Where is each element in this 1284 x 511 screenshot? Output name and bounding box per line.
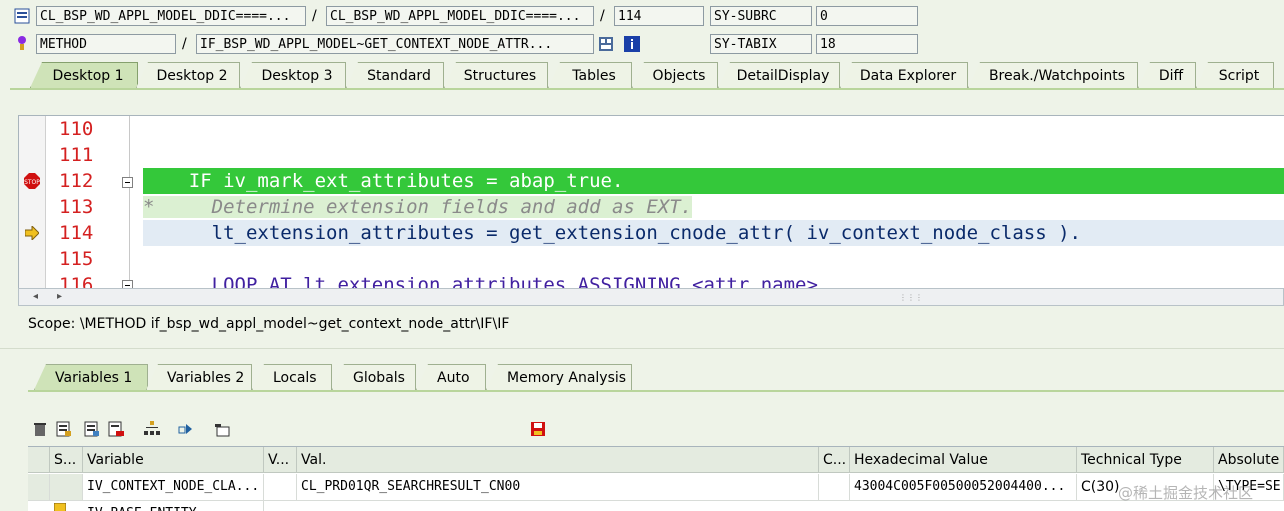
c-cell	[819, 474, 850, 500]
sysvar-label-1[interactable]: SY-SUBRC	[710, 6, 812, 26]
hierarchy-icon[interactable]	[144, 421, 160, 437]
info-icon[interactable]	[624, 36, 640, 52]
transfer-icon[interactable]	[178, 421, 194, 437]
col-header-value[interactable]: Val.	[297, 447, 819, 473]
tab-objects[interactable]: Objects	[632, 62, 718, 88]
tab-data-explorer[interactable]: Data Explorer	[840, 62, 968, 88]
value-cell[interactable]: CL_PRD01QR_SEARCHRESULT_CN00	[297, 474, 819, 500]
scroll-left-arrow-icon[interactable]: ◂	[33, 291, 38, 302]
col-header-variable[interactable]: Variable	[83, 447, 264, 473]
collapse-block-icon[interactable]	[122, 176, 133, 188]
tab-variables-1[interactable]: Variables 1	[34, 364, 148, 390]
line-number: 114	[59, 222, 94, 244]
line-number: 115	[59, 248, 94, 270]
watermark-text: @稀土掘金技术社区	[1118, 484, 1254, 502]
current-line-arrow-icon	[24, 224, 41, 242]
editor-horizontal-scrollbar[interactable]: ◂ ▸ ⋮⋮⋮	[18, 288, 1284, 306]
desktop-panel-border	[10, 88, 1284, 90]
marker-gutter[interactable]	[19, 116, 46, 289]
line-number: 111	[59, 144, 94, 166]
tab-diff[interactable]: Diff	[1138, 62, 1196, 88]
tab-structures[interactable]: Structures	[444, 62, 548, 88]
event-type-field[interactable]: METHOD	[36, 34, 176, 54]
source-editor[interactable]: 110 111 112 113 114 115 116 STOP IF iv_m…	[18, 115, 1284, 290]
scroll-grip[interactable]: ⋮⋮⋮	[899, 293, 923, 302]
tab-script[interactable]: Script	[1196, 62, 1274, 88]
code-text: IF iv_mark_ext_attributes = abap_true.	[143, 170, 624, 192]
col-header-absolute[interactable]: Absolute	[1214, 447, 1284, 473]
sysvar-value-2[interactable]: 18	[816, 34, 918, 54]
line-separator	[129, 116, 130, 289]
line-field[interactable]: 114	[614, 6, 704, 26]
variables-panel-border	[28, 390, 1284, 392]
desktop-tabs: Desktop 1 Desktop 2 Desktop 3 Standard S…	[0, 62, 1284, 90]
col-header-hex[interactable]: Hexadecimal Value	[850, 447, 1077, 473]
scope-label: Scope: \METHOD if_bsp_wd_appl_model~get_…	[28, 316, 510, 332]
tab-desktop-3[interactable]: Desktop 3	[240, 62, 346, 88]
code-line-current[interactable]: lt_extension_attributes = get_extension_…	[143, 220, 1284, 246]
separator-slash: /	[600, 8, 605, 24]
code-text: * Determine extension fields and add as …	[143, 196, 693, 218]
insert-row-icon[interactable]	[56, 421, 72, 437]
col-header-c[interactable]: C...	[819, 447, 850, 473]
code-line-breakpoint[interactable]: IF iv_mark_ext_attributes = abap_true.	[143, 168, 1284, 194]
tab-desktop-2[interactable]: Desktop 2	[136, 62, 240, 88]
program-icon	[14, 8, 30, 24]
tab-standard[interactable]: Standard	[346, 62, 444, 88]
variables-grid[interactable]: S... Variable V... Val. C... Hexadecimal…	[28, 446, 1284, 511]
program-field[interactable]: CL_BSP_WD_APPL_MODEL_DDIC====...	[36, 6, 306, 26]
sysvar-value-1[interactable]: 0	[816, 6, 918, 26]
method-icon	[14, 35, 30, 51]
line-number: 112	[59, 170, 94, 192]
sysvar-label-2[interactable]: SY-TABIX	[710, 34, 812, 54]
col-header-v[interactable]: V...	[264, 447, 297, 473]
variable-cell[interactable]: IV_CONTEXT_NODE_CLA...	[83, 474, 264, 500]
tab-globals[interactable]: Globals	[332, 364, 416, 390]
tab-locals[interactable]: Locals	[252, 364, 332, 390]
section-divider	[0, 348, 1284, 349]
tab-breakpoints[interactable]: Break./Watchpoints	[968, 62, 1138, 88]
tab-auto[interactable]: Auto	[416, 364, 486, 390]
breakpoint-stop-icon[interactable]: STOP	[24, 173, 40, 189]
code-line-comment[interactable]: * Determine extension fields and add as …	[143, 194, 1284, 220]
separator-slash: /	[312, 8, 317, 24]
row-selector[interactable]	[28, 474, 50, 500]
event-name-field[interactable]: IF_BSP_WD_APPL_MODEL~GET_CONTEXT_NODE_AT…	[196, 34, 594, 54]
separator-slash: /	[182, 36, 187, 52]
include-field[interactable]: CL_BSP_WD_APPL_MODEL_DDIC====...	[326, 6, 594, 26]
line-number: 113	[59, 196, 94, 218]
status-cell	[50, 474, 83, 500]
code-text: lt_extension_attributes = get_extension_…	[143, 222, 1081, 244]
delete-row-icon[interactable]	[108, 421, 124, 437]
tab-detaildisplay[interactable]: DetailDisplay	[718, 62, 840, 88]
v-cell	[264, 474, 297, 500]
object-list-icon[interactable]	[598, 36, 614, 52]
open-folder-icon[interactable]	[214, 421, 230, 437]
scroll-right-arrow-icon[interactable]: ▸	[57, 291, 62, 302]
col-header-selection	[28, 447, 50, 473]
save-icon[interactable]	[530, 421, 546, 437]
tab-tables[interactable]: Tables	[548, 62, 632, 88]
col-header-status[interactable]: S...	[50, 447, 83, 473]
tab-memory-analysis[interactable]: Memory Analysis	[486, 364, 632, 390]
line-number: 110	[59, 118, 94, 140]
delete-icon[interactable]	[32, 421, 48, 437]
svg-text:STOP: STOP	[24, 179, 40, 186]
hex-cell: 43004C005F00500052004400...	[850, 474, 1077, 500]
col-header-technical-type[interactable]: Technical Type	[1077, 447, 1214, 473]
tab-variables-2[interactable]: Variables 2	[146, 364, 252, 390]
tab-desktop-1[interactable]: Desktop 1	[30, 62, 138, 88]
append-row-icon[interactable]	[84, 421, 100, 437]
